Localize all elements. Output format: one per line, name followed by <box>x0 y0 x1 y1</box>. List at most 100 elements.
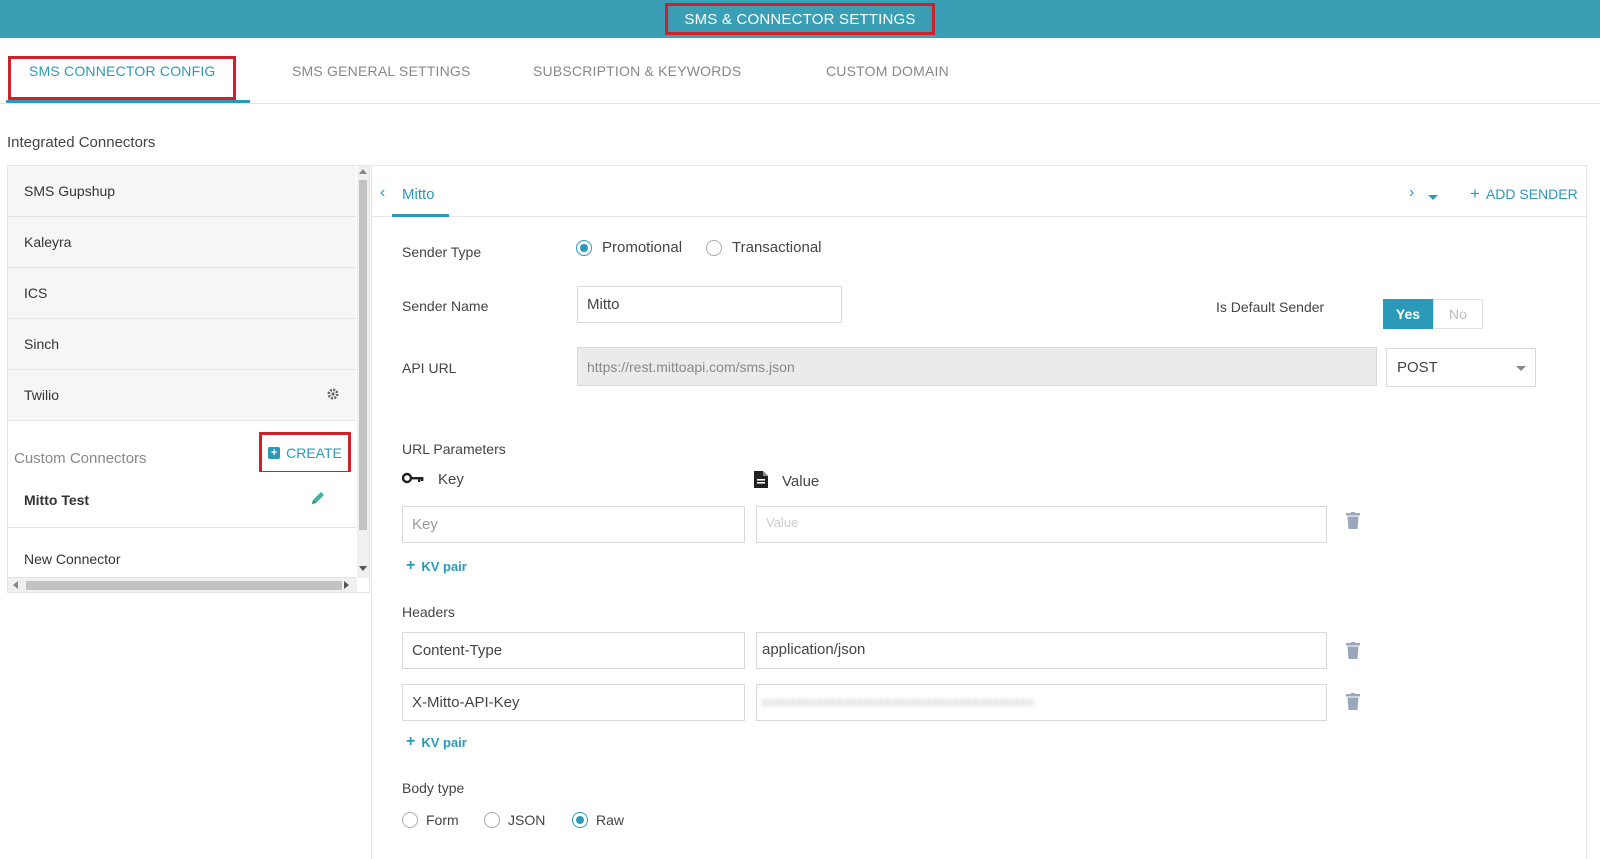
trash-icon[interactable] <box>1346 512 1360 529</box>
top-bar: SMS & CONNECTOR SETTINGS <box>0 0 1600 38</box>
headers-label: Headers <box>402 604 455 620</box>
create-connector-button[interactable]: + CREATE <box>259 432 351 474</box>
default-no-button[interactable]: No <box>1433 299 1483 329</box>
connector-label: Twilio <box>24 387 60 403</box>
connector-label: Mitto Test <box>24 491 90 508</box>
url-param-value-input[interactable]: Value <box>756 506 1327 543</box>
chevron-down-icon <box>1516 366 1526 371</box>
http-method-value: POST <box>1397 359 1438 376</box>
sender-name-input[interactable]: Mitto <box>577 286 842 323</box>
chevron-down-icon[interactable] <box>1428 195 1438 200</box>
header-key-input-2[interactable]: X-Mitto-API-Key <box>402 684 745 721</box>
connector-item-ics[interactable]: ICS <box>8 268 356 319</box>
scroll-right-arrow-icon[interactable] <box>344 581 349 589</box>
api-url-label: API URL <box>402 360 457 376</box>
sender-type-label: Sender Type <box>402 244 482 260</box>
header-value-input-2[interactable]: xxxxxxxxxxxxxxxxxxxxxxxxxxxxxxxxxxxxxxxx <box>756 684 1327 721</box>
trash-icon[interactable] <box>1346 642 1360 659</box>
sender-tabs: ‹ Mitto › + ADD SENDER <box>372 166 1586 217</box>
tab-sms-general-settings[interactable]: SMS GENERAL SETTINGS <box>292 38 471 104</box>
header-key-value: X-Mitto-API-Key <box>412 694 520 711</box>
add-kv-label: KV pair <box>421 734 467 750</box>
add-sender-button[interactable]: + ADD SENDER <box>1470 184 1578 203</box>
integrated-connectors-title: Integrated Connectors <box>7 134 156 151</box>
http-method-select[interactable]: POST <box>1386 348 1536 387</box>
add-kv-label: KV pair <box>421 558 467 574</box>
active-sender-underline <box>392 214 449 217</box>
sender-config-panel: ‹ Mitto › + ADD SENDER Sender Type Promo… <box>371 165 1587 859</box>
vertical-scroll-thumb[interactable] <box>359 180 367 530</box>
key-placeholder: Key <box>412 516 438 533</box>
vertical-scrollbar[interactable] <box>357 166 369 578</box>
url-param-key-input[interactable]: Key <box>402 506 745 543</box>
default-yes-button[interactable]: Yes <box>1383 299 1433 329</box>
custom-connector-mitto-test[interactable]: Mitto Test <box>8 472 356 528</box>
radio-body-json[interactable]: JSON <box>484 812 545 828</box>
url-parameters-label: URL Parameters <box>402 441 506 457</box>
document-icon <box>754 471 768 492</box>
tab-custom-domain[interactable]: CUSTOM DOMAIN <box>826 38 949 104</box>
radio-unselected-icon <box>402 812 418 828</box>
sender-tab-mitto[interactable]: Mitto <box>402 186 435 203</box>
horizontal-scrollbar[interactable] <box>8 578 357 592</box>
connector-label: SMS Gupshup <box>24 183 116 199</box>
connector-item-kaleyra[interactable]: Kaleyra <box>8 217 356 268</box>
pencil-icon[interactable] <box>310 490 326 506</box>
connector-label: New Connector <box>24 550 121 567</box>
connector-label: Sinch <box>24 336 60 352</box>
active-tab-underline <box>6 100 250 103</box>
horizontal-scroll-thumb[interactable] <box>26 581 342 590</box>
default-sender-toggle: Yes No <box>1383 299 1483 329</box>
plus-icon: + <box>406 557 416 574</box>
header-key-value: Content-Type <box>412 642 503 659</box>
radio-label: Raw <box>596 812 625 828</box>
scroll-left-arrow-icon[interactable] <box>13 581 18 589</box>
radio-label: Promotional <box>602 239 683 256</box>
plus-icon: + <box>1470 184 1480 203</box>
api-url-input[interactable]: https://rest.mittoapi.com/sms.json <box>577 347 1377 386</box>
settings-tabs: SMS CONNECTOR CONFIG SMS GENERAL SETTING… <box>0 38 1600 104</box>
kv-value-header: Value <box>754 471 819 492</box>
connector-label: ICS <box>24 285 48 301</box>
plus-square-icon: + <box>268 447 281 459</box>
radio-unselected-icon <box>484 812 500 828</box>
scroll-up-arrow-icon[interactable] <box>359 169 367 174</box>
is-default-sender-label: Is Default Sender <box>1216 299 1325 315</box>
page-title: SMS & CONNECTOR SETTINGS <box>665 3 935 35</box>
header-key-input-1[interactable]: Content-Type <box>402 632 745 669</box>
add-header-button[interactable]: + KV pair <box>406 733 467 751</box>
radio-body-form[interactable]: Form <box>402 812 459 828</box>
custom-connector-new-connector[interactable]: New Connector <box>8 528 356 578</box>
create-label: CREATE <box>286 445 342 461</box>
header-value-value: application/json <box>762 641 866 658</box>
connectors-sidebar: SMS Gupshup Kaleyra ICS Sinch Twilio Cus… <box>7 165 370 593</box>
header-value-input-1[interactable]: application/json <box>756 632 1327 669</box>
body-type-label: Body type <box>402 780 465 796</box>
gear-icon[interactable] <box>326 387 342 403</box>
radio-transactional[interactable]: Transactional <box>706 239 822 256</box>
chevron-right-icon[interactable]: › <box>1409 185 1414 201</box>
connector-item-sinch[interactable]: Sinch <box>8 319 356 370</box>
connector-item-twilio[interactable]: Twilio <box>8 370 356 421</box>
sender-name-value: Mitto <box>587 296 620 313</box>
radio-label: Transactional <box>732 239 822 256</box>
value-placeholder: Value <box>766 515 799 530</box>
tab-sms-connector-config[interactable]: SMS CONNECTOR CONFIG <box>29 38 216 104</box>
add-sender-label: ADD SENDER <box>1485 186 1578 202</box>
connector-label: Kaleyra <box>24 234 72 250</box>
header-value-redacted: xxxxxxxxxxxxxxxxxxxxxxxxxxxxxxxxxxxxxxxx <box>762 694 1034 709</box>
radio-body-raw[interactable]: Raw <box>572 812 624 828</box>
tab-subscription-keywords[interactable]: SUBSCRIPTION & KEYWORDS <box>533 38 741 104</box>
radio-unselected-icon <box>706 239 722 256</box>
radio-promotional[interactable]: Promotional <box>576 239 682 256</box>
radio-label: JSON <box>508 812 546 828</box>
scroll-down-arrow-icon[interactable] <box>359 566 367 571</box>
kv-key-header: Key <box>401 471 464 488</box>
connector-item-sms-gupshup[interactable]: SMS Gupshup <box>8 166 356 217</box>
add-url-param-button[interactable]: + KV pair <box>406 557 467 575</box>
plus-icon: + <box>406 733 416 750</box>
chevron-left-icon[interactable]: ‹ <box>380 185 385 201</box>
key-icon <box>401 471 424 488</box>
trash-icon[interactable] <box>1346 693 1360 710</box>
api-url-value: https://rest.mittoapi.com/sms.json <box>587 358 795 375</box>
